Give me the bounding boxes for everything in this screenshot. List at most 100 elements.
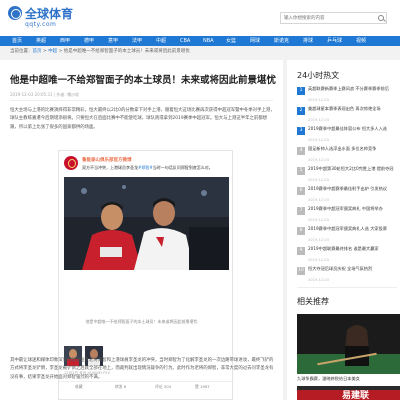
rank-badge: 4 [297,147,305,155]
article-paragraph: 恒大主场与上港的比赛演绎得非常精彩，恒大最终以2比0的分数拿下对手上港，顺着恒大… [10,108,275,130]
related-article-image[interactable] [297,314,400,374]
hot-article-date: 2019-12-03 [308,258,329,262]
nav-item-tennis[interactable]: 网球 [250,36,260,46]
weibo-comment-button[interactable]: 评论 304 [155,384,171,390]
hot-article-title[interactable]: 国足新帅人选浮出水面 多位名帅竞争 [308,146,397,152]
sidebar-divider [297,287,397,288]
nav-item-volleyball[interactable]: 排球 [303,36,313,46]
nav-item-cba[interactable]: CBA [180,36,190,46]
hot-article-date: 2019-12-03 [308,238,329,242]
site-logo[interactable]: 全球体育 qqty.com [8,5,78,31]
breadcrumb: 当前位置：首页 > 中超 > 他是中超唯一不给郑智面子的本土球员！未来或将因此前… [10,48,190,56]
hot-article-title[interactable]: 2019中超联赛最终排名 谁是最大赢家 [308,246,397,252]
rank-badge: 10 [297,267,305,275]
logo-text: 全球体育 [25,7,74,21]
weibo-hashtag-link[interactable]: #郑智# [138,165,153,170]
rank-badge: 6 [297,187,305,195]
header: 全球体育 qqty.com [0,0,400,36]
weibo-account-name[interactable]: 鲁能泰山俱乐部官方微博 [82,157,132,163]
search-input[interactable] [281,13,373,23]
hot-article-item[interactable]: 5 2019中超第30轮恒大2比0完胜上港 提前夺冠 2019-12-03 [297,166,397,186]
article-meta: 2019-12-03 20:05:31 | 作者: 嘎沙软 [10,92,79,97]
hot-article-item[interactable]: 7 2019赛季中超冠军颁奖典礼 中国将举办 2019-12-03 [297,206,397,226]
hot-article-item[interactable]: 6 2019赛季中超赛季最佳射手出炉 引发热议 2019-12-03 [297,186,397,206]
article-title: 他是中超唯一不给郑智面子的本土球员！未来或将因此前景堪忧 [10,75,277,86]
hot-article-title[interactable]: 2019赛季中超赛季最佳射手出炉 引发热议 [308,186,397,192]
hot-article-item[interactable]: 10 恒大夺冠后球员庆祝 全场气氛热烈 2019-12-03 [297,266,397,286]
hot-article-date: 2019-12-03 [308,198,329,202]
breadcrumb-current: 他是中超唯一不给郑智面子的本土球员！未来或将因此前景堪忧 [63,49,190,54]
nav-item-home[interactable]: 首页 [12,36,22,46]
hot-article-item[interactable]: 2 美超球星本赛季表现出色 再次惊艳全场 2019-12-03 [297,106,397,126]
breadcrumb-section[interactable]: 中超 [48,49,57,54]
title-divider [10,100,273,101]
nav-item-womens-basketball[interactable]: 女篮 [226,36,236,46]
match-photo-image [64,177,229,270]
rank-badge: 3 [297,127,305,135]
weibo-repost-button[interactable]: 转发 6 [115,384,126,390]
sidebar: 24小时热文 1 英超联赛新赛季上赛风浪 不分赛季赛季前后 2019-12-03 2… [287,60,400,400]
weibo-text-prefix: 双方不当冲突，上港球员李圣龙 [82,165,138,170]
hot-article-title[interactable]: 美超球星本赛季表现出色 再次惊艳全场 [308,106,397,112]
main-nav: 首页 英超 西甲 德甲 意甲 法甲 中超 CBA NBA 女篮 网球 斯诺克 排… [0,36,400,46]
weibo-like-button[interactable]: 赞 1967 [195,384,210,390]
weibo-favorite-button[interactable]: 收藏 [75,384,83,390]
breadcrumb-prefix: 当前位置： [10,49,33,54]
breadcrumb-home[interactable]: 首页 [33,49,42,54]
weibo-action-bar: 收藏 转发 6 评论 304 赞 1967 [59,381,234,391]
hot-article-date: 2019-12-03 [308,98,329,102]
nav-item-ligue-1[interactable]: 法甲 [132,36,142,46]
hot-article-date: 2019-12-03 [308,138,329,142]
hot-article-date: 2019-12-03 [308,218,329,222]
weibo-post-text: 双方不当冲突，上港球员李圣龙#郑智#当时一句话反问郑智到底怎么对。 [82,165,213,171]
hot-article-title[interactable]: 恒大夺冠后球员庆祝 全场气氛热烈 [308,266,397,272]
hot-articles-heading: 24小时热文 [297,71,340,80]
rank-badge: 9 [297,247,305,255]
related-article-image[interactable]: 易建联 [297,386,400,400]
basketball-photo: 易建联 [297,386,400,400]
nav-item-table-tennis[interactable]: 乒乓球 [327,36,342,46]
related-image-overlay-text: 易建联 [342,389,370,400]
weibo-avatar[interactable] [64,156,78,170]
nav-item-serie-a[interactable]: 意甲 [108,36,118,46]
hot-article-title[interactable]: 2019中超第30轮恒大2比0完胜上港 提前夺冠 [308,166,397,172]
nav-item-nba[interactable]: NBA [203,36,214,46]
hot-article-date: 2019-12-03 [308,158,329,162]
match-photo [64,177,229,270]
nav-item-bundesliga[interactable]: 德甲 [84,36,94,46]
hot-article-item[interactable]: 9 2019中超联赛最终排名 谁是最大赢家 2019-12-03 [297,246,397,266]
hot-article-title[interactable]: 2019赛季中超最佳阵容公布 恒大多人入选 [308,126,397,132]
hot-article-date: 2019-12-03 [308,278,329,282]
rank-badge: 5 [297,167,305,175]
rank-badge: 7 [297,207,305,215]
hot-article-date: 2019-12-03 [308,178,329,182]
article-container: 他是中超唯一不给郑智面子的本土球员！未来或将因此前景堪忧 2019-12-03 … [0,60,283,400]
nav-item-csl[interactable]: 中超 [156,36,166,46]
logo-icon [8,6,22,20]
nav-item-video[interactable]: 视频 [356,36,366,46]
logo-domain: qqty.com [25,21,57,28]
rank-badge: 1 [297,87,305,95]
hot-article-item[interactable]: 3 2019赛季中超最佳阵容公布 恒大多人入选 2019-12-03 [297,126,397,146]
related-article-caption[interactable]: 九球争霸赛，潘晓婷败给日本美女 [297,376,400,382]
hot-article-title[interactable]: 2019赛季中超冠军颁奖典礼 中国将举办 [308,206,397,212]
hot-article-item[interactable]: 4 国足新帅人选浮出水面 多位名帅竞争 2019-12-03 [297,146,397,166]
nav-item-la-liga[interactable]: 西甲 [60,36,70,46]
nav-item-snooker[interactable]: 斯诺克 [274,36,289,46]
photo-caption: 他是中超唯一不给郑智面子的本土球员！未来或将因此前景堪忧 [85,319,198,324]
hot-article-title[interactable]: 2019赛季中超冠军颁奖典礼人选 大家投票 [308,226,397,232]
rank-badge: 2 [297,107,305,115]
related-heading: 相关推荐 [297,297,329,306]
search-box [280,12,387,24]
rank-badge: 8 [297,227,305,235]
search-icon[interactable] [378,15,384,21]
weibo-text-suffix: 当时一句话反问郑智到底怎么对。 [152,165,213,170]
hot-article-item[interactable]: 1 英超联赛新赛季上赛风浪 不分赛季赛季前后 2019-12-03 [297,86,397,106]
hot-article-date: 2019-12-03 [308,118,329,122]
hot-article-item[interactable]: 8 2019赛季中超冠军颁奖典礼人选 大家投票 2019-12-03 [297,226,397,246]
nav-item-premier-league[interactable]: 英超 [36,36,46,46]
hot-article-title[interactable]: 英超联赛新赛季上赛风浪 不分赛季赛季前后 [308,86,397,92]
article-paragraph: 其中最让球迷和媒体印象深刻的就是恒大老将郑智和上港球員李圣龙的冲突，当时郑智为了… [10,358,274,380]
snooker-photo [297,314,400,374]
breadcrumb-separator: > [57,49,64,54]
